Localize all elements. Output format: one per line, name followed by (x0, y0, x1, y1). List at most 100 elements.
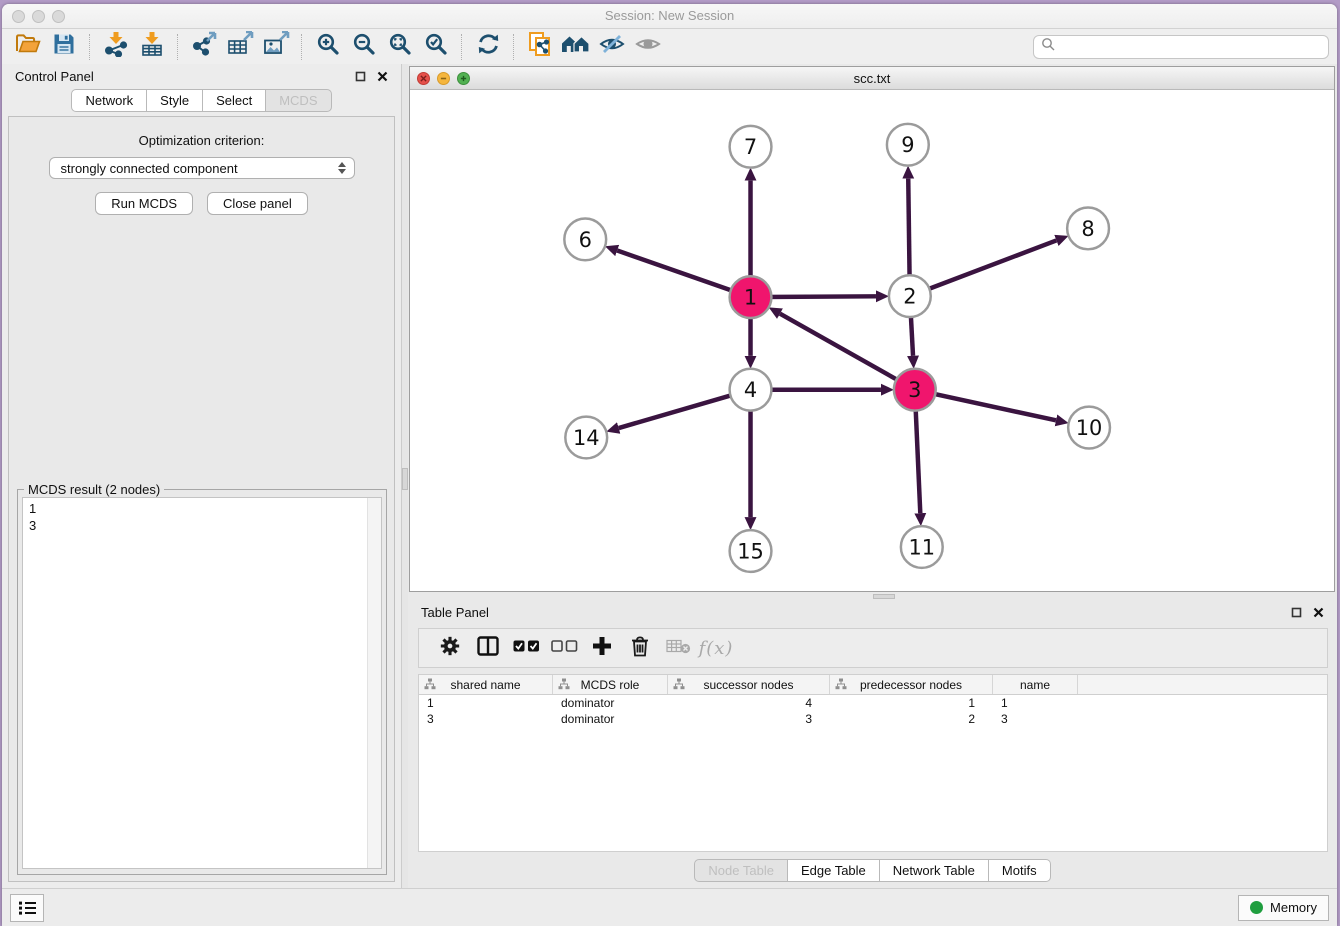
graph-node-2[interactable]: 2 (889, 275, 931, 317)
column-label: name (1020, 678, 1050, 692)
tab-network-table[interactable]: Network Table (880, 859, 989, 882)
mcds-result-title: MCDS result (2 nodes) (24, 482, 164, 497)
tab-select[interactable]: Select (203, 89, 266, 112)
memory-button[interactable]: Memory (1238, 895, 1329, 921)
graph-node-8[interactable]: 8 (1067, 207, 1109, 249)
close-panel-icon[interactable] (377, 71, 388, 82)
tab-style[interactable]: Style (147, 89, 203, 112)
network-minimize-button[interactable] (437, 72, 450, 85)
hierarchy-icon (424, 678, 436, 693)
network-maximize-button[interactable] (457, 72, 470, 85)
zoom-in-button[interactable] (310, 32, 346, 62)
cell-name[interactable]: 3 (993, 711, 1078, 727)
refresh-view-button[interactable] (470, 32, 506, 62)
minimize-window-button[interactable] (32, 10, 45, 23)
export-network-button[interactable] (186, 32, 222, 62)
zoom-in-icon (316, 32, 340, 61)
export-image-button[interactable] (258, 32, 294, 62)
cell-shared-name[interactable]: 1 (419, 695, 553, 711)
column-header-name[interactable]: name (993, 675, 1078, 694)
graph-node-7[interactable]: 7 (730, 126, 772, 168)
run-mcds-button[interactable]: Run MCDS (95, 192, 193, 215)
close-window-button[interactable] (12, 10, 25, 23)
tab-edge-table[interactable]: Edge Table (788, 859, 880, 882)
panel-splitter-vertical[interactable] (401, 64, 408, 888)
cell-predecessor-nodes[interactable]: 1 (830, 695, 993, 711)
cell-successor-nodes[interactable]: 4 (668, 695, 830, 711)
float-panel-icon[interactable] (355, 71, 366, 82)
graph-node-6[interactable]: 6 (564, 218, 606, 260)
zoom-selected-button[interactable] (418, 32, 454, 62)
optimization-criterion-label: Optimization criterion: (9, 133, 394, 148)
network-close-button[interactable] (417, 72, 430, 85)
mcds-panel: Optimization criterion: strongly connect… (8, 116, 395, 882)
function-builder-button: f(x) (697, 632, 735, 664)
hierarchy-icon (835, 678, 847, 693)
zoom-window-button[interactable] (52, 10, 65, 23)
cell-mcds-role[interactable]: dominator (553, 711, 668, 727)
network-canvas[interactable]: 7 9 6 8 1 2 4 3 14 10 15 11 (410, 90, 1334, 591)
settings-button[interactable] (431, 632, 469, 664)
zoom-out-button[interactable] (346, 32, 382, 62)
open-file-icon (15, 33, 41, 60)
graph-node-1[interactable]: 1 (730, 276, 772, 318)
graph-node-15[interactable]: 15 (730, 530, 772, 572)
duplicate-network-button[interactable] (522, 32, 558, 62)
delete-entry-button[interactable] (621, 632, 659, 664)
column-header-mcds-role[interactable]: MCDS role (553, 675, 668, 694)
graph-node-label: 2 (903, 285, 916, 309)
cell-mcds-role[interactable]: dominator (553, 695, 668, 711)
open-file-button[interactable] (10, 32, 46, 62)
cell-name[interactable]: 1 (993, 695, 1078, 711)
split-view-button[interactable] (469, 632, 507, 664)
deselect-all-button[interactable] (545, 632, 583, 664)
cell-successor-nodes[interactable]: 3 (668, 711, 830, 727)
panel-splitter-horizontal[interactable] (408, 592, 1337, 600)
graph-node-10[interactable]: 10 (1068, 407, 1110, 449)
tab-mcds[interactable]: MCDS (266, 89, 331, 112)
export-table-button[interactable] (222, 32, 258, 62)
result-scrollbar[interactable] (367, 498, 381, 868)
dropdown-chevrons-icon (338, 162, 352, 174)
column-header-shared-name[interactable]: shared name (419, 675, 553, 694)
show-all-button[interactable] (630, 32, 666, 62)
graph-edge-3-1[interactable] (780, 314, 915, 390)
graph-node-9[interactable]: 9 (887, 124, 929, 166)
table-row[interactable]: 1dominator411 (419, 695, 1327, 711)
graph-edge-2-8[interactable] (910, 240, 1057, 296)
import-network-button[interactable] (98, 32, 134, 62)
graph-node-4[interactable]: 4 (730, 369, 772, 411)
task-history-button[interactable] (10, 894, 44, 922)
criterion-dropdown[interactable]: strongly connected component (49, 157, 355, 179)
first-neighbors-button[interactable] (558, 32, 594, 62)
tab-network[interactable]: Network (71, 89, 147, 112)
graph-node-11[interactable]: 11 (901, 526, 943, 568)
tab-node-table[interactable]: Node Table (694, 859, 788, 882)
cell-shared-name[interactable]: 3 (419, 711, 553, 727)
delete-entry-icon (630, 635, 650, 662)
add-entry-button[interactable] (583, 632, 621, 664)
graph-node-14[interactable]: 14 (565, 417, 607, 459)
close-panel-icon[interactable] (1313, 607, 1324, 618)
cell-predecessor-nodes[interactable]: 2 (830, 711, 993, 727)
table-row[interactable]: 3dominator323 (419, 711, 1327, 727)
splitter-grip[interactable] (402, 468, 408, 490)
save-session-button[interactable] (46, 32, 82, 62)
column-header-successor-nodes[interactable]: successor nodes (668, 675, 830, 694)
column-header-predecessor-nodes[interactable]: predecessor nodes (830, 675, 993, 694)
select-all-button[interactable] (507, 632, 545, 664)
tab-motifs[interactable]: Motifs (989, 859, 1051, 882)
mcds-result-text[interactable]: 1 3 (22, 497, 382, 869)
float-panel-icon[interactable] (1291, 607, 1302, 618)
graph-node-3[interactable]: 3 (894, 369, 936, 411)
splitter-grip[interactable] (873, 594, 895, 599)
graph-node-label: 7 (744, 135, 757, 159)
hide-selected-button[interactable] (594, 32, 630, 62)
duplicate-network-icon (528, 31, 552, 62)
import-table-button[interactable] (134, 32, 170, 62)
zoom-fit-button[interactable] (382, 32, 418, 62)
close-panel-button[interactable]: Close panel (207, 192, 308, 215)
zoom-out-icon (352, 32, 376, 61)
column-label: successor nodes (703, 678, 793, 692)
search-input[interactable] (1060, 39, 1321, 55)
